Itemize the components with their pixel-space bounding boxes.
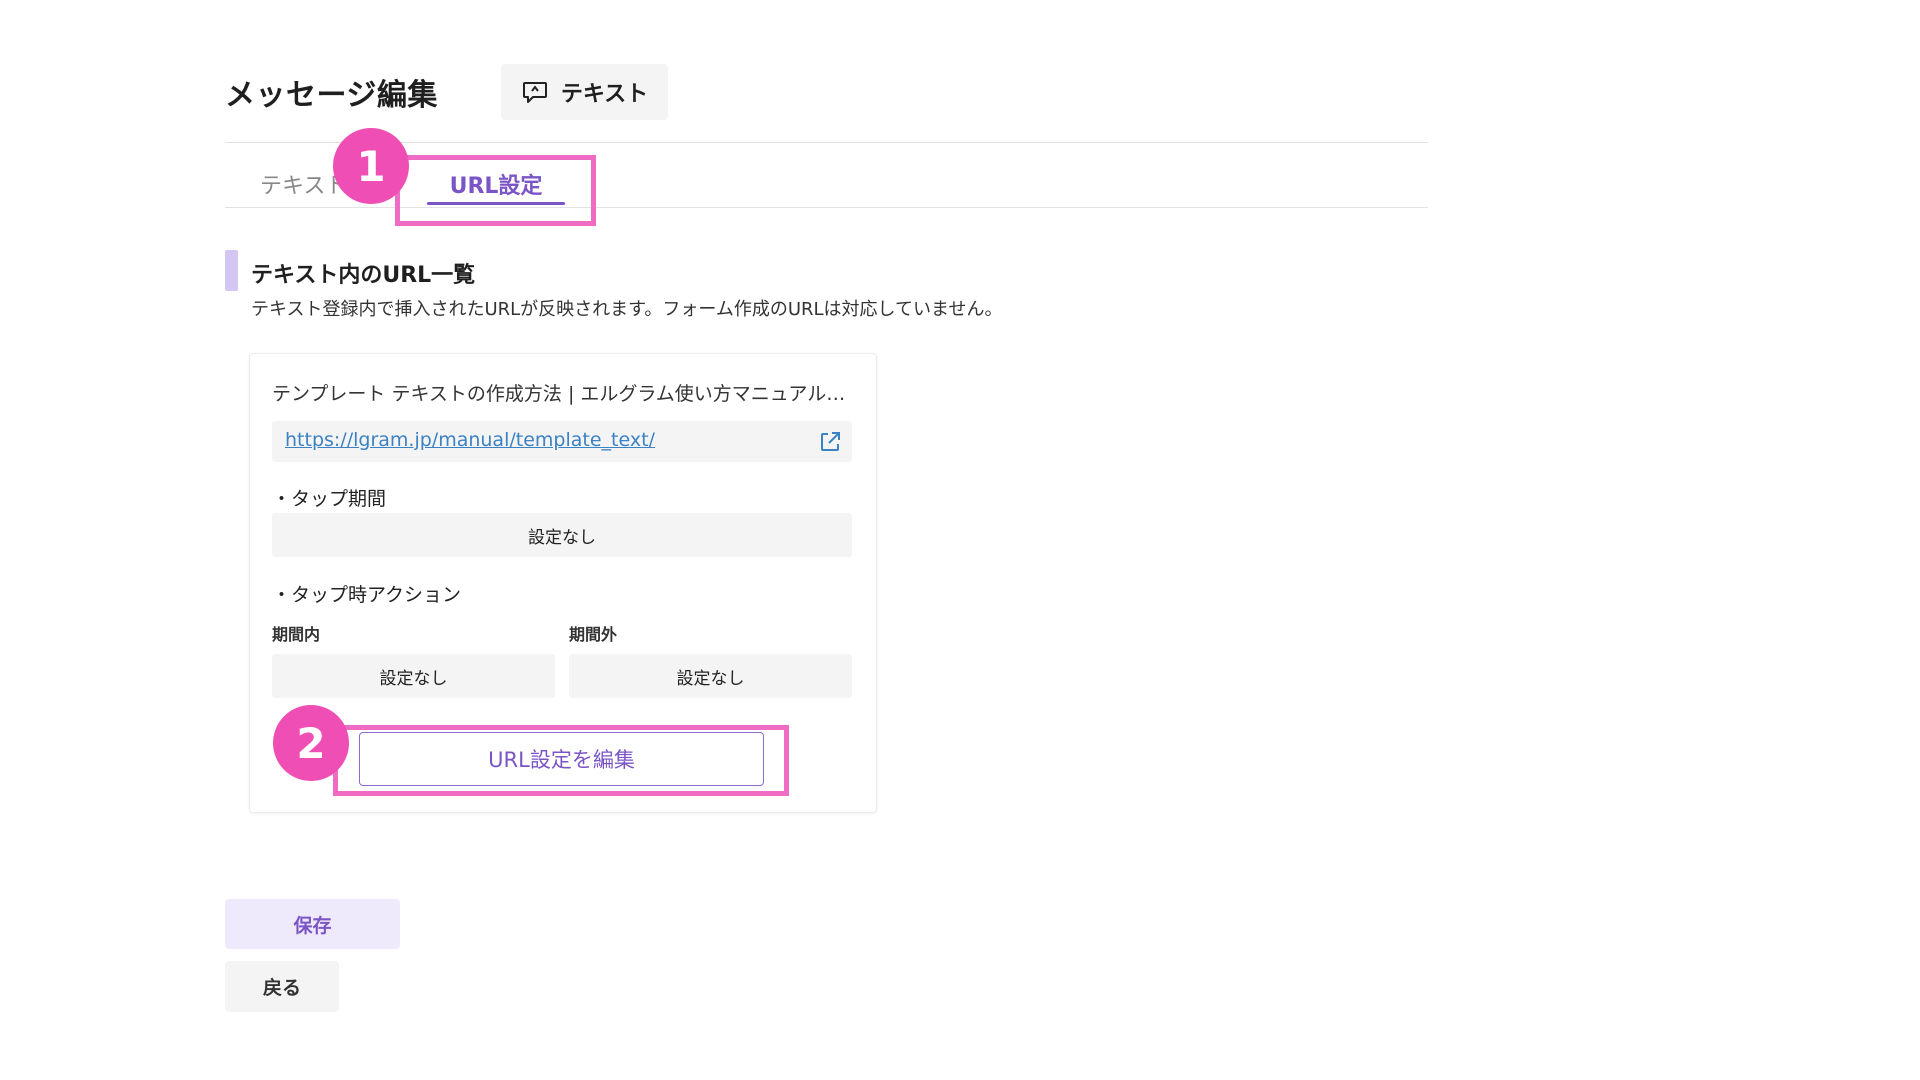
step-badge-2: 2 bbox=[273, 705, 349, 781]
external-link-icon[interactable] bbox=[818, 430, 842, 454]
back-button[interactable]: 戻る bbox=[225, 961, 339, 1012]
message-type-label: テキスト bbox=[560, 82, 649, 107]
tap-period-value: 設定なし bbox=[272, 513, 852, 557]
save-button[interactable]: 保存 bbox=[225, 899, 400, 949]
chat-bubble-icon bbox=[522, 82, 547, 103]
message-type-badge: テキスト bbox=[501, 64, 668, 120]
tap-action-label: ・タップ時アクション bbox=[272, 584, 462, 606]
url-link[interactable]: https://lgram.jp/manual/template_text/ bbox=[285, 429, 655, 451]
highlight-box-step-1 bbox=[395, 155, 596, 226]
section-accent-bar bbox=[225, 250, 238, 291]
section-description: テキスト登録内で挿入されたURLが反映されます。フォーム作成のURLは対応してい… bbox=[251, 299, 1003, 320]
step-badge-1: 1 bbox=[333, 128, 409, 204]
page-title: メッセージ編集 bbox=[225, 78, 438, 113]
tap-period-label: ・タップ期間 bbox=[272, 488, 387, 510]
highlight-box-step-2 bbox=[333, 725, 789, 796]
section-title: テキスト内のURL一覧 bbox=[251, 263, 476, 288]
url-card-title: テンプレート テキストの作成方法 | エルグラム使い方マニュアル… bbox=[272, 383, 846, 405]
within-period-value: 設定なし bbox=[272, 654, 555, 698]
within-period-label: 期間内 bbox=[272, 625, 321, 644]
outside-period-label: 期間外 bbox=[569, 625, 618, 644]
outside-period-value: 設定なし bbox=[569, 654, 852, 698]
header-divider bbox=[225, 142, 1428, 143]
